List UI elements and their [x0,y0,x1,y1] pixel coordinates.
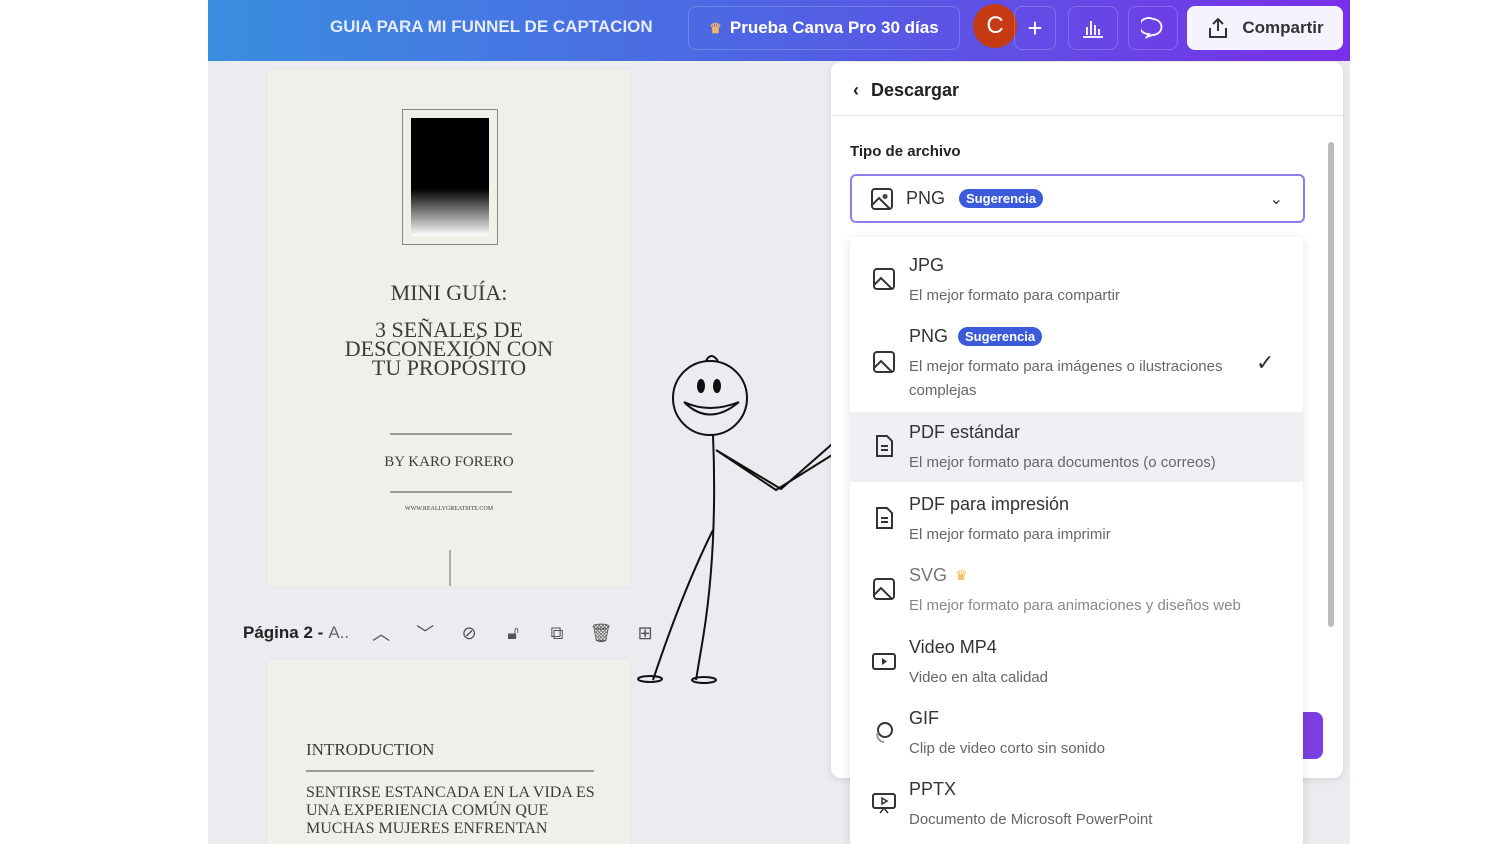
chevron-left-icon: ‹ [853,80,859,100]
crown-icon: ♛ [709,19,722,36]
analytics-chart-icon[interactable] [1068,6,1118,50]
author: BY KARO FORERO [384,454,514,470]
page-1-canvas[interactable]: MINI GUÍA: 3 SEÑALES DE DESCONEXIÓN CON … [268,70,630,586]
download-button[interactable] [1301,712,1323,759]
design-title[interactable]: GUIA PARA MI FUNNEL DE CAPTACION [330,17,653,37]
document-icon [876,507,893,529]
comment-icon[interactable] [1128,6,1178,50]
option-pptx[interactable]: PPTX Documento de Microsoft PowerPoint [850,779,1303,832]
option-mp4[interactable]: Video MP4 Video en alta calidad [850,637,1303,690]
chevron-down-icon[interactable]: ﹀ [403,620,447,646]
canva-pro-trial-button[interactable]: ♛ Prueba Canva Pro 30 días [688,6,960,50]
chevron-up-icon[interactable]: ︿ [359,620,403,646]
image-icon [871,187,893,210]
illustration-image [402,109,498,245]
trash-icon[interactable]: 🗑︎ [579,623,623,644]
guide-title: MINI GUÍA: [390,280,508,305]
unlock-icon[interactable]: 🔓︎ [491,623,535,644]
guide-subtitle: 3 SEÑALES DE DESCONEXIÓN CON TU PROPÓSIT… [344,317,554,380]
checkmark-icon: ✓ [1256,350,1275,375]
website: WWW.REALLYGREATSITE.COM [404,506,494,512]
intro-heading: INTRODUCTION [306,740,435,759]
scrollbar[interactable] [1328,142,1334,627]
gif-icon [876,722,893,743]
option-pdf-print[interactable]: PDF para impresión El mejor formato para … [850,494,1303,547]
page-name[interactable]: A.. [328,623,349,643]
crown-icon: ♛ [955,567,968,583]
add-collaborator-plus-icon[interactable]: + [1014,6,1056,50]
avatar[interactable]: C [973,4,1017,48]
image-icon [873,578,895,600]
option-jpg[interactable]: JPG El mejor formato para compartir [850,255,1303,308]
image-icon [873,351,895,373]
duplicate-icon[interactable]: ⧉ [535,623,579,644]
back-button[interactable]: ‹ Descargar [853,80,959,101]
option-png[interactable]: PNG Sugerencia El mejor formato para imáge… [850,326,1303,403]
hide-eye-icon[interactable]: ⊘ [447,623,491,644]
file-type-label: Tipo de archivo [850,143,961,160]
intro-body: SENTIRSE ESTANCADA EN LA VIDA ES UNA EXP… [306,784,595,837]
video-icon [872,653,896,670]
file-type-options: JPG El mejor formato para compartir PNG Su… [850,237,1303,844]
file-type-select[interactable]: PNG Sugerencia ⌄ [850,174,1305,223]
presentation-icon [872,793,896,814]
option-svg[interactable]: SVG ♛ El mejor formato para animaciones y … [850,565,1303,618]
option-pdf-standard[interactable]: PDF estándar El mejor formato para docume… [850,422,1303,475]
option-gif[interactable]: GIF Clip de video corto sin sonido [850,708,1303,761]
chevron-down-icon: ⌄ [1269,190,1283,208]
upload-icon [1209,17,1228,38]
image-icon [873,268,895,290]
page-2-canvas[interactable]: INTRODUCTION SENTIRSE ESTANCADA EN LA VI… [268,660,630,844]
document-icon [876,435,893,457]
share-button[interactable]: Compartir [1187,6,1343,50]
top-bar: GUIA PARA MI FUNNEL DE CAPTACION ♛ Prueba… [208,0,1350,61]
page-toolbar: Página 2 - A.. ︿ ﹀ ⊘ 🔓︎ ⧉ 🗑︎ ⊞ [243,620,667,646]
